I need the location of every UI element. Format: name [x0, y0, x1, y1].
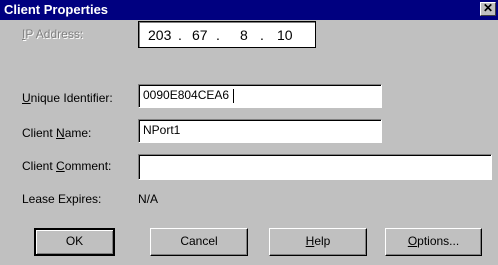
client-name-label: Client Name: — [22, 126, 92, 140]
lease-expires-value: N/A — [138, 192, 159, 206]
ip-octet-4[interactable]: 10 — [277, 27, 293, 43]
ok-button[interactable]: OK — [34, 228, 115, 256]
client-comment-input[interactable] — [138, 154, 492, 180]
ip-address-label: IP Address: — [22, 27, 84, 41]
ip-dot-2: . — [216, 27, 220, 43]
unique-identifier-input[interactable]: 0090E804CEA6 — [138, 84, 382, 108]
unique-identifier-label: Unique Identifier: — [22, 91, 113, 105]
ip-octet-3[interactable]: 8 — [240, 27, 248, 43]
options-button[interactable]: Options... — [385, 228, 482, 256]
ip-octet-1[interactable]: 203 — [148, 27, 171, 43]
help-button[interactable]: Help — [269, 228, 367, 256]
client-comment-label: Client Comment: — [22, 159, 112, 173]
text-caret — [233, 89, 234, 103]
close-icon: ✕ — [482, 1, 494, 15]
dialog-title: Client Properties — [4, 2, 109, 17]
lease-expires-label: Lease Expires: — [22, 192, 102, 206]
client-properties-dialog: Client Properties ✕ IP Address: 203 . 67… — [0, 0, 498, 265]
ip-dot-3: . — [260, 27, 264, 43]
title-bar: Client Properties ✕ — [0, 0, 498, 20]
ip-dot-1: . — [178, 27, 182, 43]
cancel-button[interactable]: Cancel — [150, 228, 248, 256]
ip-address-input[interactable]: 203 . 67 . 8 . 10 — [138, 21, 316, 48]
client-name-input[interactable]: NPort1 — [138, 119, 382, 143]
close-button[interactable]: ✕ — [480, 2, 496, 16]
ip-octet-2[interactable]: 67 — [192, 27, 208, 43]
